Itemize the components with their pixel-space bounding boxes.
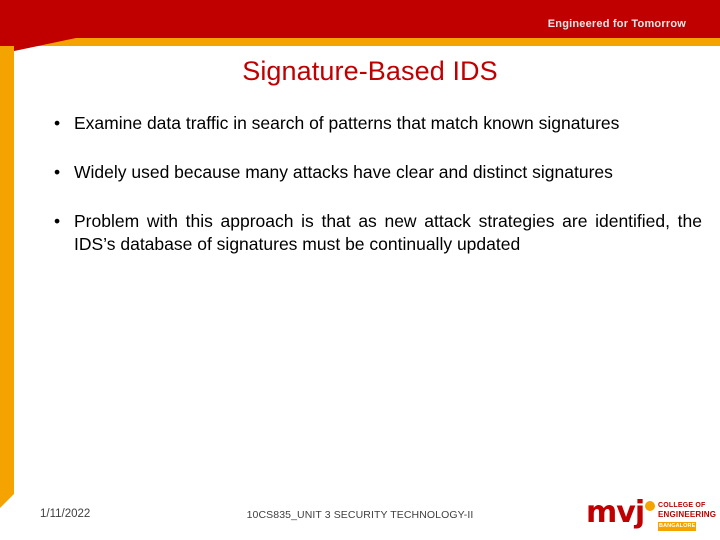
logo-line-bangalore: BANGALORE	[658, 522, 697, 531]
page-title: Signature-Based IDS	[242, 56, 498, 86]
bullet-marker-icon: •	[54, 113, 61, 133]
mvj-logo: mvj COLLEGE OF ENGINEERING BANGALORE	[586, 495, 716, 532]
slide: Engineered for Tomorrow Signature-Based …	[0, 0, 720, 540]
list-item: • Problem with this approach is that as …	[36, 210, 702, 256]
top-banner: Engineered for Tomorrow	[0, 0, 720, 46]
list-item: • Widely used because many attacks have …	[36, 161, 702, 184]
bullet-marker-icon: •	[54, 162, 61, 183]
list-item-text: Examine data traffic in search of patter…	[74, 113, 620, 133]
logo-wordmark: mvj	[586, 495, 645, 530]
bullet-marker-icon: •	[54, 211, 61, 232]
left-orange-strip-taper	[0, 494, 14, 508]
list-item-text: Problem with this approach is that as ne…	[74, 211, 702, 255]
logo-dot-icon	[645, 501, 655, 511]
left-orange-strip	[0, 46, 14, 494]
list-item-text: Widely used because many attacks have cl…	[74, 162, 613, 183]
logo-text-block: COLLEGE OF ENGINEERING BANGALORE	[658, 502, 716, 531]
banner-tagline: Engineered for Tomorrow	[547, 18, 686, 30]
logo-line-engineering: ENGINEERING	[658, 509, 717, 519]
list-item: • Examine data traffic in search of patt…	[36, 112, 702, 135]
bullet-list: • Examine data traffic in search of patt…	[36, 112, 702, 256]
